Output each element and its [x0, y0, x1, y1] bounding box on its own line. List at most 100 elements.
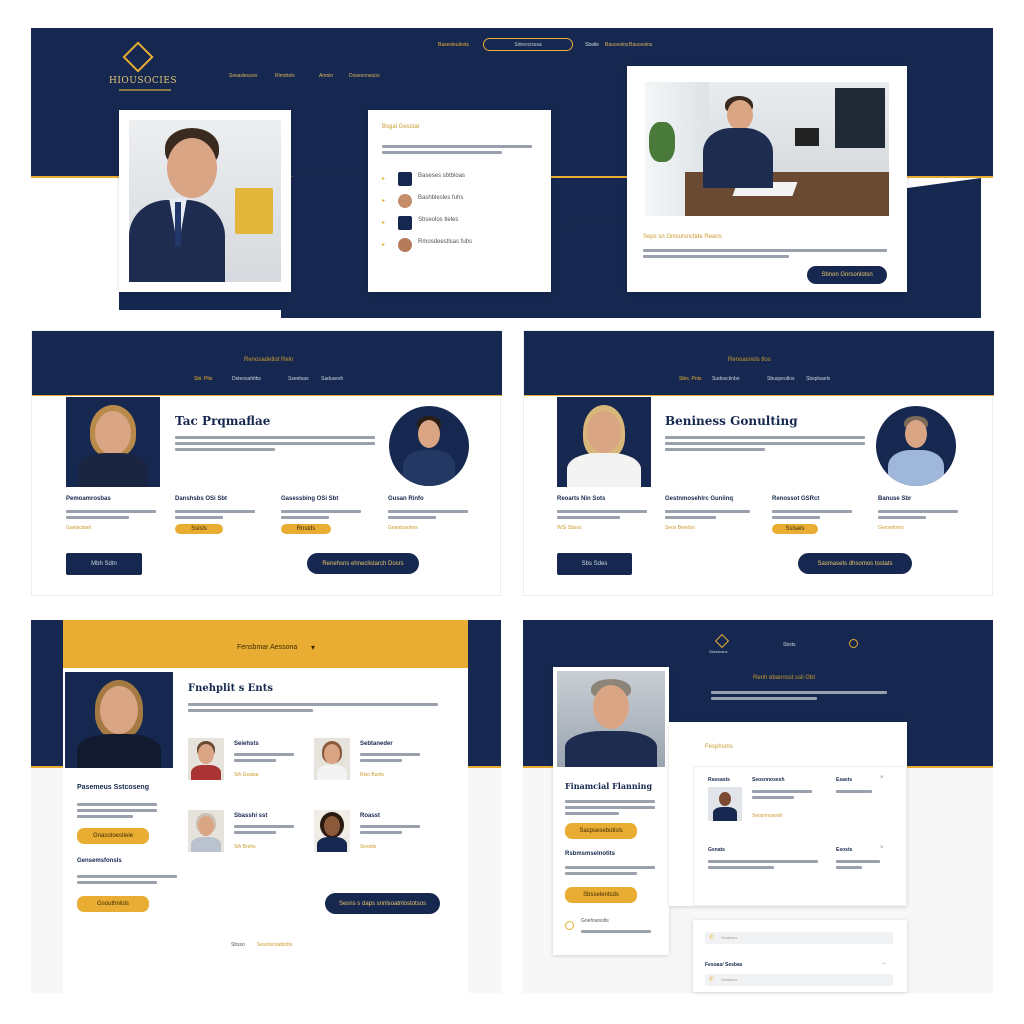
table-row[interactable]: Rsesasts Seosnnosesh Esasts × Seosnnoses… — [694, 773, 908, 833]
nav-link-1[interactable]: Sesasleuces — [229, 73, 257, 79]
consultant-portrait — [557, 397, 651, 487]
member-name: Roasst — [360, 813, 381, 819]
panel2-left-button[interactable]: Mbh Sdtn — [66, 553, 142, 575]
nav-link-3[interactable]: Sseeloas — [288, 376, 309, 382]
panel2-right-button[interactable]: Renehsns ehneclistarch Dosrs — [307, 553, 419, 574]
form-title: Fesoas/ Sesbas — [705, 962, 743, 968]
diamond-emblem-icon — [122, 41, 154, 73]
search-input[interactable]: Sdreocisssa — [483, 38, 573, 51]
profile-title: Pasemeus Sstcoseng — [77, 784, 149, 791]
column-link[interactable]: Gensetoms — [878, 525, 978, 531]
contact-input-2[interactable]: ✆ Sesiseos — [705, 974, 893, 986]
table-cell: Gsnats — [708, 847, 725, 853]
hero-portrait-card — [119, 110, 291, 292]
column-button[interactable]: Sslseis — [772, 524, 818, 534]
nav-link-3[interactable]: Amnin — [319, 73, 333, 79]
nav-link-4[interactable]: Doseocneuos — [349, 73, 380, 79]
service-row-2[interactable]: ▸ Bashblesles fuhs — [382, 194, 542, 210]
member-name: Sebtaneder — [360, 741, 393, 747]
info-column-3: Renossot GSRct Sslseis — [772, 496, 872, 534]
nav-link-2[interactable]: Sudosctinbo — [712, 376, 740, 382]
chevron-right-icon: ▸ — [382, 176, 386, 182]
panel2-header — [32, 331, 502, 395]
search-icon[interactable] — [849, 639, 858, 648]
nav-link-4[interactable]: Sbsplsaels — [806, 376, 830, 382]
nav-link-3[interactable]: Sbuspeutlos — [767, 376, 795, 382]
team-member-2[interactable]: Sebtaneder Riso Bsets — [314, 738, 434, 784]
footer-link-1[interactable]: Sbsso — [231, 942, 245, 948]
team-member-3[interactable]: Sbasshi sst Sih Brehs — [188, 810, 308, 856]
table-cell: Rsesasts — [708, 777, 730, 783]
column-title: Gasessbing OSi Sbt — [281, 496, 339, 502]
avatar-icon — [398, 238, 412, 252]
nav-link[interactable]: Sbsts — [783, 642, 796, 648]
column-button[interactable]: Rnstds — [281, 524, 331, 534]
consult-button[interactable]: Sbnon Gnrsonlotsn — [807, 266, 887, 284]
member-link[interactable]: Riso Bsets — [360, 772, 384, 778]
panel3-right-button[interactable]: Sasmasets dhsomos tostats — [798, 553, 912, 574]
contact-input-1[interactable]: ✆ Sestsses — [705, 932, 893, 944]
row-link[interactable]: Seosnnosesh — [752, 813, 782, 819]
avatar — [188, 738, 224, 780]
close-icon[interactable]: × — [880, 775, 884, 781]
close-icon[interactable]: × — [880, 845, 884, 851]
column-link[interactable]: Gaelaciiaet — [66, 525, 166, 531]
chevron-right-icon: ▸ — [382, 198, 386, 204]
office-card-title: Seps sn Gnisutsnctide Reans — [643, 234, 722, 240]
member-link[interactable]: Sih Brehs — [234, 844, 256, 850]
advisor-button-1[interactable]: Saspsesebotlsls — [565, 823, 637, 839]
panel3-left-button[interactable]: Sbs Sdes — [557, 553, 632, 575]
info-column-1: Pemoamrosbas Gaelaciiaet — [66, 496, 166, 531]
consultant-portrait — [66, 397, 160, 487]
member-link[interactable]: Sih Gsatsa — [234, 772, 258, 778]
consult-button-1[interactable]: Gnasotoestiele — [77, 828, 149, 844]
service-row-4[interactable]: ▸ Rmosdeestlsas fubs — [382, 238, 542, 254]
info-column-4: Banuse Sbr Gensetoms — [878, 496, 978, 531]
chevron-right-icon: ▸ — [382, 242, 386, 248]
member-link[interactable]: Sesnils — [360, 844, 376, 850]
column-link[interactable]: Seos Beedos — [665, 525, 765, 531]
logo[interactable]: HIOUSOCIES — [109, 41, 179, 98]
contact-form: ✆ Sestsses Fesoas/ Sesbas → ✆ Sesiseos — [693, 920, 907, 992]
nav-link-1[interactable]: Sbi. Ptis — [194, 376, 212, 382]
info-column-2: Danshsbs OSi Sbt Sslsls — [175, 496, 275, 534]
top-nav-link-4[interactable]: Bauceolos — [629, 42, 652, 48]
advisor-button-2[interactable]: Sbsselentcds — [565, 887, 637, 903]
consult-button-2[interactable]: Gsouthnlols — [77, 896, 149, 912]
footer-link-2[interactable]: Sesotsnsabtolts — [257, 942, 292, 948]
section2-title: Rsbmsmselnotits — [565, 851, 616, 857]
nav-link-2[interactable]: Dsteosahtibs — [232, 376, 261, 382]
service-label: Bashblesles fuhs — [418, 195, 464, 201]
top-nav-link-3[interactable]: Bauceolos — [605, 42, 628, 48]
column-button[interactable]: Sslsls — [175, 524, 223, 534]
member-name: Seiehsts — [234, 741, 259, 747]
service-row-3[interactable]: ▸ Sbseolos tleles — [382, 216, 542, 232]
team-member-4[interactable]: Roasst Sesnils — [314, 810, 434, 856]
info-column-2: Gestnmosehlrc Guniinq Seos Beedos — [665, 496, 765, 531]
column-title: Gestnmosehlrc Guniinq — [665, 496, 734, 502]
avatar-icon — [398, 194, 412, 208]
nav-link-1[interactable]: Sbis. Pnts — [679, 376, 702, 382]
nav-link-2[interactable]: Rimdrels — [275, 73, 295, 79]
table-row[interactable]: Gsnats Esosts × — [694, 843, 908, 903]
service-row-1[interactable]: ▸ Baseses sbtbloas — [382, 172, 542, 188]
column-link[interactable]: Geantsaobes — [388, 525, 488, 531]
service-label: Baseses sbtbloas — [418, 173, 466, 179]
input-placeholder: Sestsses — [721, 935, 738, 940]
consultant-circle-photo — [389, 406, 469, 486]
column-link[interactable]: WSi Sboss — [557, 525, 657, 531]
team-member-1[interactable]: Seiehsts Sih Gsatsa — [188, 738, 308, 784]
nav-link-4[interactable]: Sadusesh — [321, 376, 343, 382]
details-card-title: Fesphsms — [705, 744, 733, 750]
section2-title: Gensemsfonsls — [77, 858, 122, 864]
top-nav-link-2[interactable]: Sbaile — [585, 42, 599, 48]
top-nav-link-1[interactable]: Basesleulests — [438, 42, 469, 48]
panel2-title: Tac Prqmaflae — [175, 414, 271, 428]
chevron-right-icon[interactable]: → — [881, 960, 887, 966]
member-name: Sbasshi sst — [234, 813, 268, 819]
panel4-right-button[interactable]: Sesns s daps snnlsoatnlostotsos — [325, 893, 440, 914]
column-title: Reoarts Nin Sots — [557, 496, 606, 502]
panel-profile-2: Renoasnols tlos Sbis. Pnts Sudosctinbo S… — [523, 330, 994, 596]
avatar — [314, 738, 350, 780]
panel3-gold-line — [524, 395, 994, 396]
